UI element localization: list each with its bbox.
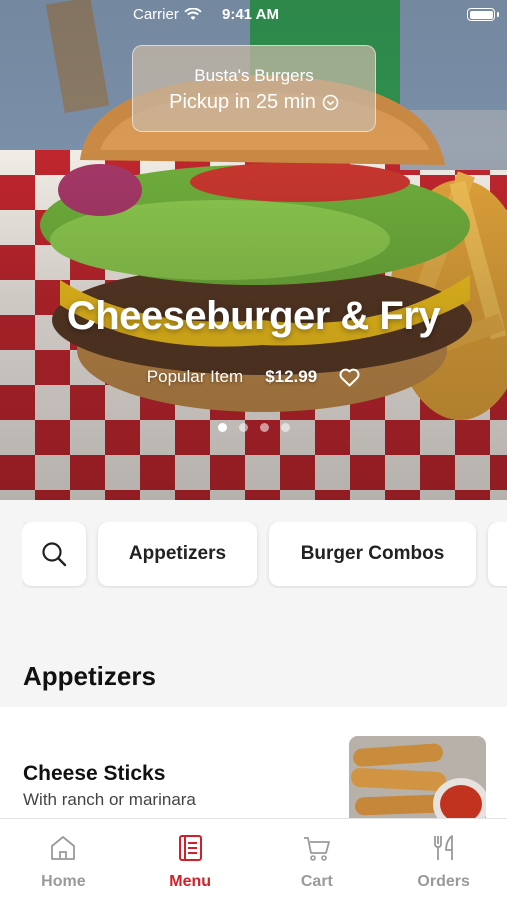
- carousel-dot[interactable]: [259, 423, 269, 432]
- tab-orders[interactable]: Orders: [380, 819, 507, 900]
- tab-cart[interactable]: Cart: [254, 819, 381, 900]
- section-title: Appetizers: [23, 661, 156, 691]
- menu-item[interactable]: Cheese Sticks With ranch or marinara: [0, 707, 507, 826]
- status-bar: Carrier 9:41 AM: [0, 0, 507, 30]
- cart-icon: [303, 837, 330, 861]
- status-carrier: Carrier: [133, 6, 202, 23]
- carrier-label: Carrier: [133, 6, 179, 23]
- search-button[interactable]: [22, 522, 86, 586]
- battery-icon: [467, 8, 495, 21]
- item-description: With ranch or marinara: [23, 790, 196, 809]
- home-icon: [51, 836, 76, 860]
- chevron-down-circle-icon: [322, 94, 339, 111]
- tab-bar: Home Menu Cart Orders: [0, 818, 507, 900]
- pickup-selector[interactable]: Busta's Burgers Pickup in 25 min: [132, 45, 376, 132]
- hero-price: $12.99: [265, 367, 318, 386]
- category-chips: Appetizers Burger Combos: [22, 522, 507, 588]
- popular-badge: Popular Item: [146, 367, 244, 386]
- pickup-time-label: Pickup in 25 min: [169, 91, 316, 113]
- category-chip-burger-combos[interactable]: Burger Combos: [269, 522, 476, 586]
- tab-label: Orders: [417, 873, 470, 890]
- status-time: 9:41 AM: [222, 6, 279, 23]
- tab-home[interactable]: Home: [0, 819, 127, 900]
- menu-icon: [179, 835, 203, 861]
- hero-meta: Popular Item $12.99: [0, 367, 507, 387]
- hero-banner[interactable]: Carrier 9:41 AM Busta's Burgers Pickup i…: [0, 0, 507, 500]
- carousel-dot[interactable]: [280, 423, 290, 432]
- item-name: Cheese Sticks: [23, 762, 166, 785]
- store-name: Busta's Burgers: [194, 66, 314, 85]
- wifi-icon: [184, 8, 202, 20]
- category-chip-more[interactable]: [488, 522, 507, 586]
- pickup-time[interactable]: Pickup in 25 min: [133, 91, 375, 114]
- carousel-dot[interactable]: [238, 423, 248, 432]
- tab-label: Home: [41, 873, 86, 890]
- tab-menu[interactable]: Menu: [127, 819, 254, 900]
- utensils-icon: [433, 835, 453, 860]
- category-chip-appetizers[interactable]: Appetizers: [98, 522, 257, 586]
- hero-title: Cheeseburger & Fry: [66, 294, 441, 338]
- search-icon: [42, 542, 67, 567]
- tab-label: Menu: [169, 873, 212, 890]
- item-photo: [349, 736, 486, 826]
- heart-icon[interactable]: [339, 368, 360, 387]
- tab-label: Cart: [300, 873, 333, 890]
- carousel-dot[interactable]: [217, 423, 227, 432]
- carousel-dots[interactable]: [0, 423, 507, 432]
